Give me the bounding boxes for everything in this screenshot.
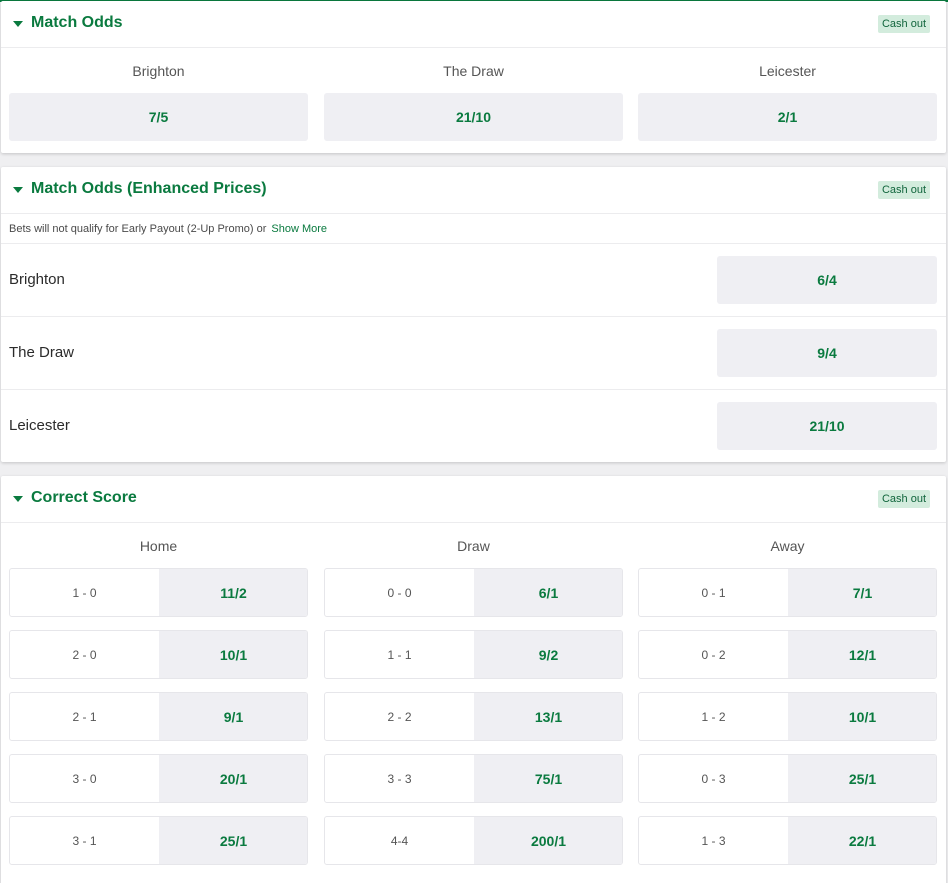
- cash-out-badge: Cash out: [877, 181, 930, 199]
- match-odds-header[interactable]: Match Odds Cash out: [1, 1, 946, 48]
- score-selection[interactable]: 2 - 0 10/1: [9, 630, 308, 679]
- score-selection[interactable]: 1 - 3 22/1: [638, 816, 937, 865]
- score-selection[interactable]: 3 - 1 25/1: [9, 816, 308, 865]
- enhanced-odds-card: Match Odds (Enhanced Prices) Cash out Be…: [1, 167, 946, 462]
- score-selection[interactable]: 1 - 2 10/1: [638, 692, 937, 741]
- column-label-draw: The Draw: [443, 63, 504, 79]
- match-odds-title: Match Odds: [31, 14, 123, 31]
- score-label: 1 - 3: [701, 833, 726, 848]
- score-price[interactable]: 20/1: [159, 755, 307, 802]
- score-selection[interactable]: 1 - 0 11/2: [9, 568, 308, 617]
- score-price[interactable]: 9/2: [474, 631, 622, 678]
- promo-notice: Bets will not qualify for Early Payout (…: [9, 223, 327, 235]
- cash-out-badge: Cash out: [877, 490, 930, 508]
- selection-name: Leicester: [9, 417, 70, 434]
- collapse-caret-icon[interactable]: [13, 21, 23, 27]
- score-price[interactable]: 75/1: [474, 755, 622, 802]
- selection-name: Brighton: [9, 271, 65, 288]
- column-label-draw: Draw: [457, 538, 490, 554]
- enhanced-odds-title: Match Odds (Enhanced Prices): [31, 180, 267, 197]
- match-odds-card: Match Odds Cash out Brighton The Draw Le…: [1, 1, 946, 153]
- score-selection[interactable]: 2 - 1 9/1: [9, 692, 308, 741]
- score-selection[interactable]: 4-4 200/1: [324, 816, 623, 865]
- selection-row-brighton: Brighton 6/4: [1, 243, 946, 316]
- score-label: 0 - 3: [701, 771, 726, 786]
- score-label: 3 - 0: [72, 771, 97, 786]
- score-selection[interactable]: 0 - 0 6/1: [324, 568, 623, 617]
- score-label: 2 - 1: [72, 709, 97, 724]
- score-selection[interactable]: 0 - 3 25/1: [638, 754, 937, 803]
- price-button-draw[interactable]: 21/10: [324, 93, 623, 141]
- cash-out-badge: Cash out: [877, 15, 930, 33]
- show-more-link[interactable]: Show More: [271, 223, 327, 235]
- score-selection[interactable]: 0 - 2 12/1: [638, 630, 937, 679]
- score-label: 1 - 2: [701, 709, 726, 724]
- score-price[interactable]: 13/1: [474, 693, 622, 740]
- score-price[interactable]: 25/1: [788, 755, 936, 802]
- score-price[interactable]: 22/1: [788, 817, 936, 864]
- score-price[interactable]: 200/1: [474, 817, 622, 864]
- score-selection[interactable]: 1 - 1 9/2: [324, 630, 623, 679]
- column-label-away: Away: [770, 538, 805, 554]
- correct-score-card: Correct Score Cash out Home Draw Away 1 …: [1, 476, 946, 883]
- score-selection[interactable]: 0 - 1 7/1: [638, 568, 937, 617]
- promo-text: Bets will not qualify for Early Payout (…: [9, 223, 267, 235]
- selection-row-draw: The Draw 9/4: [1, 316, 946, 389]
- score-label: 0 - 0: [387, 585, 412, 600]
- collapse-caret-icon[interactable]: [13, 496, 23, 502]
- score-label: 0 - 1: [701, 585, 726, 600]
- score-price[interactable]: 6/1: [474, 569, 622, 616]
- score-label: 1 - 1: [387, 647, 412, 662]
- price-button-leicester[interactable]: 2/1: [638, 93, 937, 141]
- score-label: 3 - 1: [72, 833, 97, 848]
- correct-score-header[interactable]: Correct Score Cash out: [1, 476, 946, 523]
- column-label-leicester: Leicester: [759, 63, 816, 79]
- score-price[interactable]: 11/2: [159, 569, 307, 616]
- selection-row-leicester: Leicester 21/10: [1, 389, 946, 462]
- score-price[interactable]: 10/1: [788, 693, 936, 740]
- collapse-caret-icon[interactable]: [13, 187, 23, 193]
- price-button[interactable]: 9/4: [717, 329, 937, 377]
- enhanced-odds-header[interactable]: Match Odds (Enhanced Prices) Cash out: [1, 167, 946, 214]
- score-label: 2 - 2: [387, 709, 412, 724]
- correct-score-title: Correct Score: [31, 489, 137, 506]
- price-button-brighton[interactable]: 7/5: [9, 93, 308, 141]
- score-label: 0 - 2: [701, 647, 726, 662]
- score-label: 3 - 3: [387, 771, 412, 786]
- column-label-brighton: Brighton: [132, 63, 185, 79]
- score-selection[interactable]: 3 - 3 75/1: [324, 754, 623, 803]
- price-button[interactable]: 6/4: [717, 256, 937, 304]
- score-selection[interactable]: 3 - 0 20/1: [9, 754, 308, 803]
- score-label: 2 - 0: [72, 647, 97, 662]
- price-button[interactable]: 21/10: [717, 402, 937, 450]
- score-label: 4-4: [390, 833, 409, 848]
- score-price[interactable]: 7/1: [788, 569, 936, 616]
- score-price[interactable]: 12/1: [788, 631, 936, 678]
- score-selection[interactable]: 2 - 2 13/1: [324, 692, 623, 741]
- column-label-home: Home: [139, 538, 178, 554]
- score-label: 1 - 0: [72, 585, 97, 600]
- score-price[interactable]: 25/1: [159, 817, 307, 864]
- score-price[interactable]: 10/1: [159, 631, 307, 678]
- selection-name: The Draw: [9, 344, 75, 361]
- score-price[interactable]: 9/1: [159, 693, 307, 740]
